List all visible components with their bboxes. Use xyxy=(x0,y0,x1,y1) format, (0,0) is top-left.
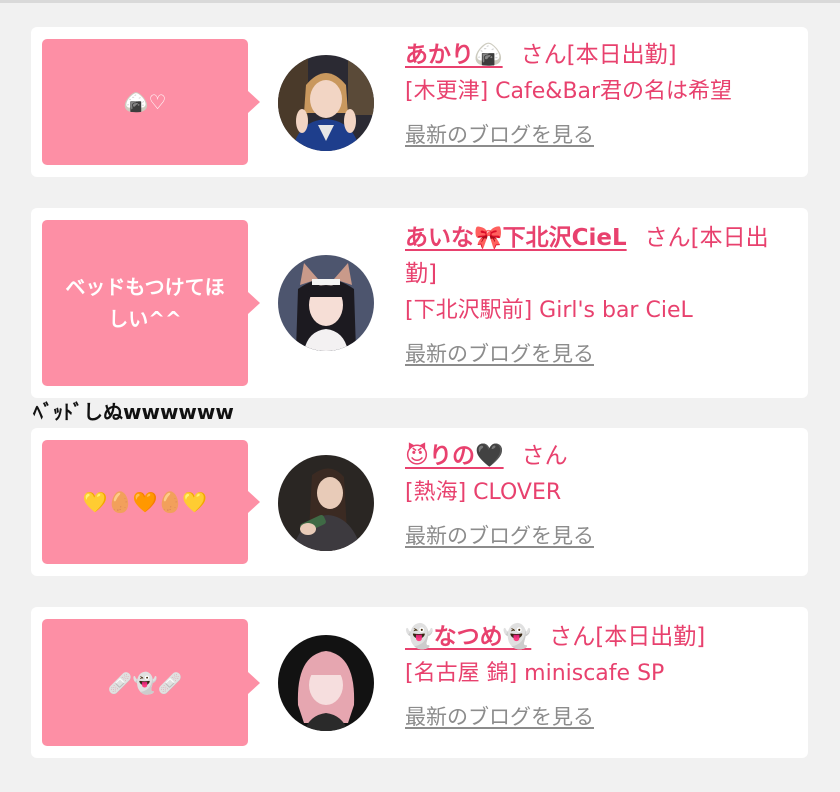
overlay-caption: ﾍﾞｯﾄﾞしぬwwwwww xyxy=(33,400,234,424)
shop-name: [木更津] Cafe&Bar君の名は希望 xyxy=(405,79,733,104)
avatar[interactable] xyxy=(278,255,374,351)
avatar[interactable] xyxy=(278,635,374,731)
girl-name-link[interactable]: あいな🎀下北沢CieL xyxy=(405,225,627,251)
blog-link[interactable]: 最新のブログを見る xyxy=(405,522,594,550)
honorific-status: さん xyxy=(521,443,568,469)
shop-name: [下北沢駅前] Girl's bar CieL xyxy=(405,298,693,323)
avatar[interactable] xyxy=(278,55,374,151)
comment-bubble: 🩹👻🩹 xyxy=(42,619,260,746)
girl-card[interactable]: ベッドもつけてほしい^^ あいな🎀下北沢CieL さん[本日出勤] [下北沢駅前]… xyxy=(31,208,808,398)
blog-link[interactable]: 最新のブログを見る xyxy=(405,340,594,368)
honorific-status: さん[本日出勤] xyxy=(520,42,677,68)
comment-bubble: 💛🥚🧡🥚💛 xyxy=(42,440,260,564)
blog-link[interactable]: 最新のブログを見る xyxy=(405,121,594,149)
honorific-status: さん[本日出勤] xyxy=(549,624,706,650)
girl-name-link[interactable]: あかり🍙 xyxy=(405,42,503,68)
shop-name: [名古屋 錦] miniscafe SP xyxy=(405,661,665,686)
comment-bubble: 🍙♡ xyxy=(42,39,260,165)
girl-name-link[interactable]: 😈りの🖤 xyxy=(405,443,504,469)
avatar[interactable] xyxy=(278,455,374,551)
girl-name-link[interactable]: 👻なつめ👻 xyxy=(405,624,531,650)
top-divider xyxy=(0,0,840,3)
comment-bubble: ベッドもつけてほしい^^ xyxy=(42,220,260,386)
girl-card[interactable]: 🍙♡ あかり🍙 さん[本日出勤] [木更津] Cafe&Bar君の名は希望 最新の… xyxy=(31,27,808,177)
shop-name: [熱海] CLOVER xyxy=(405,480,562,505)
girl-card[interactable]: 🩹👻🩹 👻なつめ👻 さん[本日出勤] [名古屋 錦] miniscafe SP 最… xyxy=(31,607,808,758)
blog-link[interactable]: 最新のブログを見る xyxy=(405,703,594,731)
girl-card[interactable]: 💛🥚🧡🥚💛 😈りの🖤 さん [熱海] CLOVER 最新のブログを見る xyxy=(31,428,808,576)
